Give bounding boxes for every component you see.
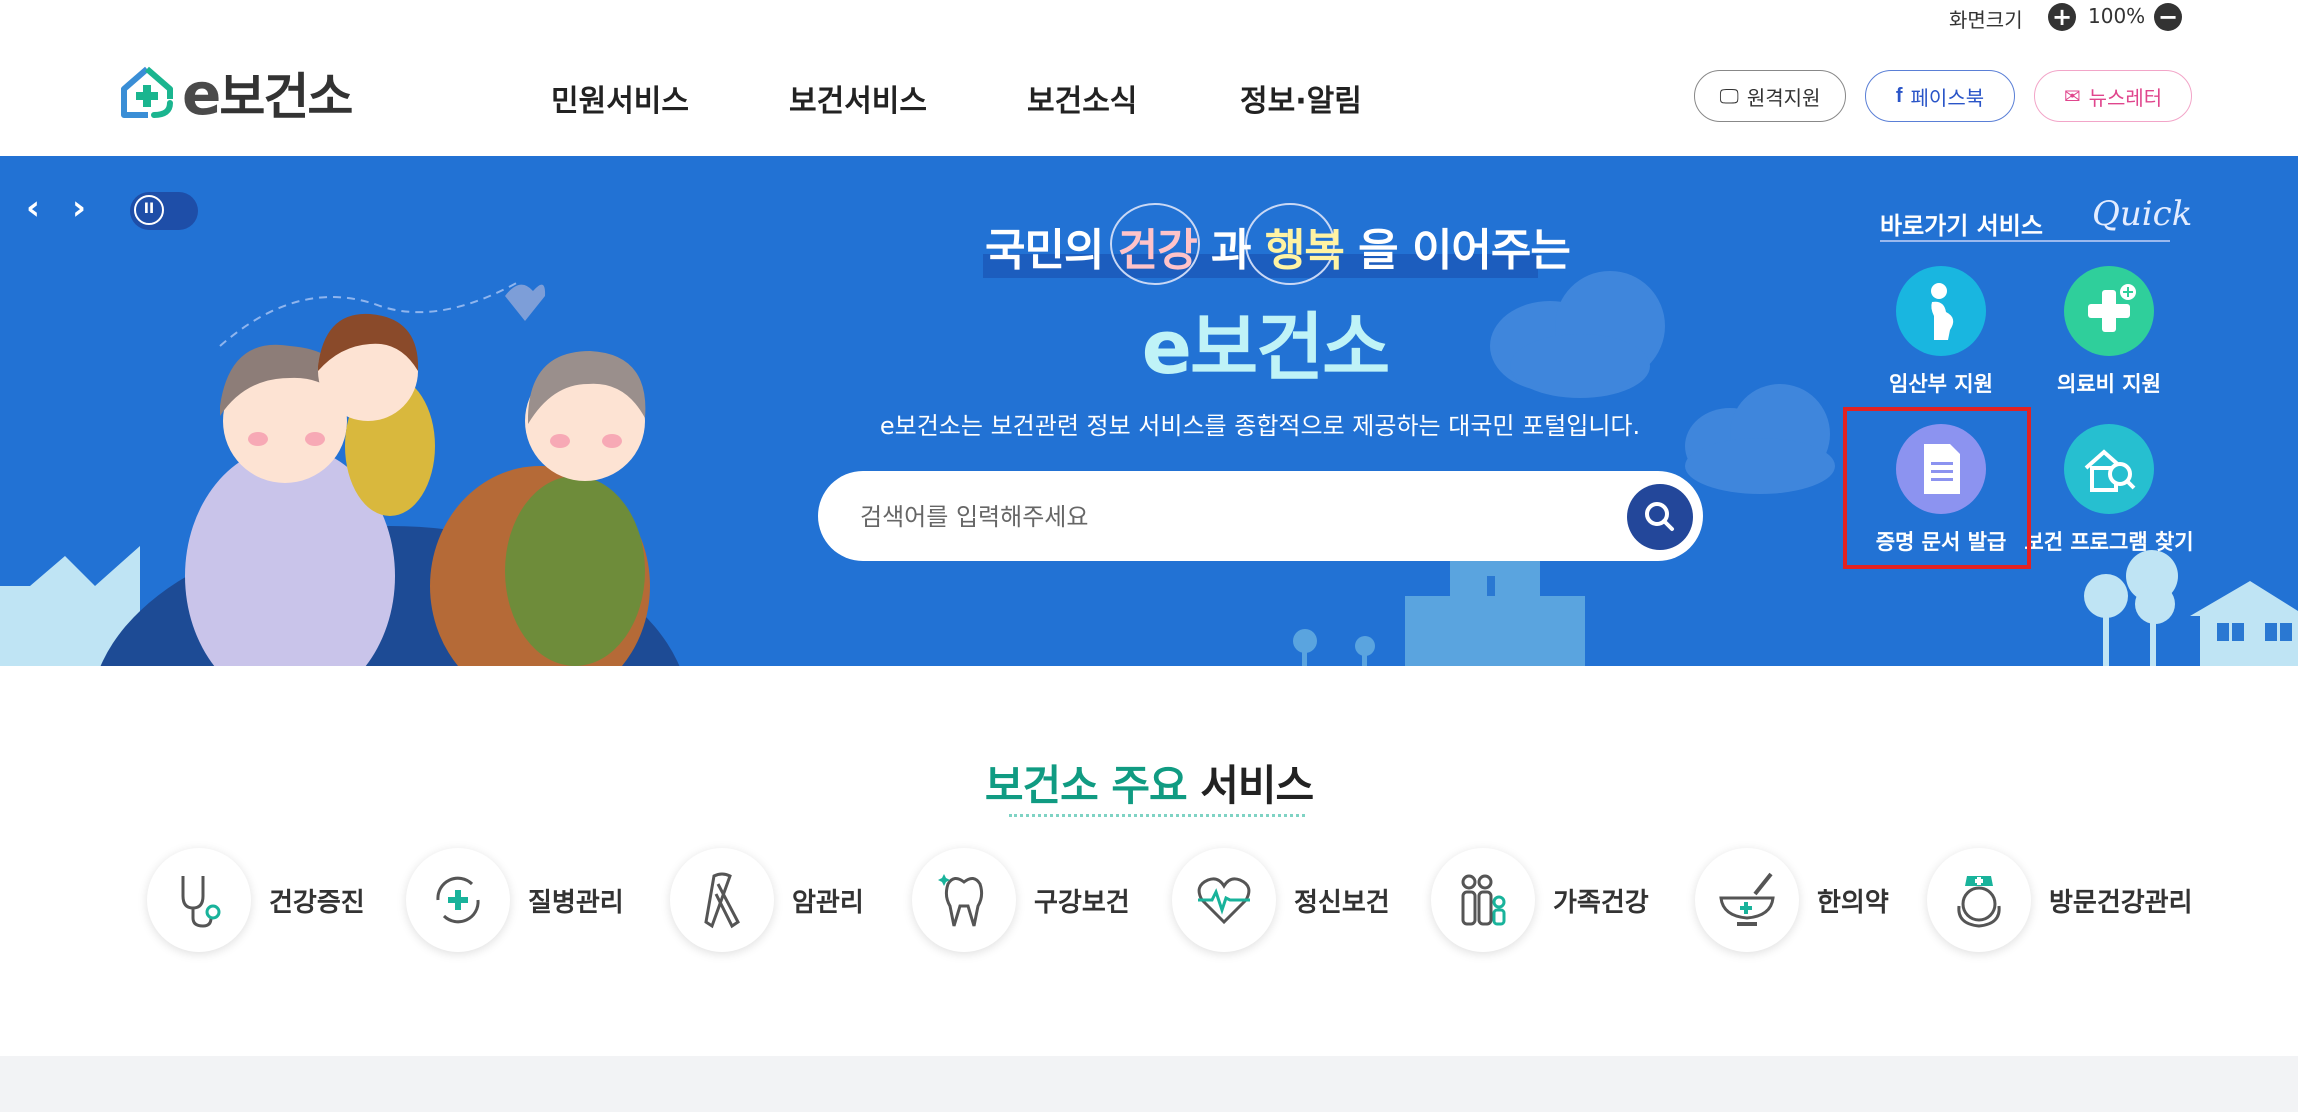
pregnant-woman-icon (1896, 266, 1986, 356)
nav-health-news[interactable]: 보건소식 (1027, 76, 1137, 120)
monitor-icon: 🖵 (1719, 84, 1739, 108)
quick-item-pregnancy[interactable]: 임산부 지원 (1856, 266, 2026, 398)
search-box (818, 471, 1703, 561)
quick-item-medical-cost[interactable]: 의료비 지원 (2024, 266, 2194, 398)
zoom-in-button[interactable]: + (2048, 3, 2076, 31)
service-oriental-medicine[interactable]: 한의약 (1695, 848, 1889, 952)
stethoscope-icon (147, 848, 251, 952)
chevron-left-icon: ‹ (26, 188, 41, 228)
service-oral-health[interactable]: 구강보건 (912, 848, 1130, 952)
footer-band (0, 1056, 2298, 1112)
disease-cycle-icon (406, 848, 510, 952)
logo-text: e보건소 (182, 60, 353, 128)
site-logo[interactable]: e보건소 (120, 60, 353, 128)
nurse-icon (1927, 848, 2031, 952)
service-mental-health[interactable]: 정신보건 (1172, 848, 1390, 952)
prev-slide-button[interactable]: ‹ (26, 188, 40, 228)
hero-tagline: 국민의 건강 과 행복 을 이어주는 (985, 225, 1571, 276)
pause-slide-toggle[interactable]: II (130, 192, 198, 230)
service-cancer-care[interactable]: 암관리 (670, 848, 864, 952)
quick-title: 바로가기 서비스 (1880, 212, 2043, 240)
ribbon-icon (670, 848, 774, 952)
search-icon (1645, 502, 1674, 531)
zoom-out-button[interactable]: − (2154, 3, 2182, 31)
heart-pulse-icon (1172, 848, 1276, 952)
logo-house-icon (121, 66, 173, 118)
next-slide-button[interactable]: › (72, 188, 86, 228)
search-input[interactable] (858, 493, 1602, 541)
zoom-value: 100% (2088, 4, 2146, 28)
newsletter-button[interactable]: ✉ 뉴스레터 (2034, 70, 2192, 122)
service-family-health[interactable]: 가족건강 (1431, 848, 1649, 952)
title-underline (1009, 814, 1305, 817)
facebook-button[interactable]: f 페이스북 (1865, 70, 2015, 122)
quick-item-program-search[interactable]: 보건 프로그램 찾기 (2024, 424, 2194, 556)
quick-divider (1880, 240, 2170, 242)
service-health-promotion[interactable]: 건강증진 (147, 848, 365, 952)
plus-icon: + (2051, 3, 2073, 31)
nav-info-notice[interactable]: 정보·알림 (1240, 76, 1362, 120)
quick-subtitle: Quick (2092, 194, 2193, 234)
utility-bar: 화면크기 + 100% − (0, 0, 2298, 36)
facebook-icon: f (1895, 84, 1903, 107)
mortar-icon (1695, 848, 1799, 952)
header: e보건소 민원서비스 보건서비스 보건소식 정보·알림 🖵 원격지원 f 페이스… (0, 36, 2298, 156)
search-program-icon (2064, 424, 2154, 514)
medical-cross-icon (2064, 266, 2154, 356)
hero-brand: e보건소 (1141, 305, 1390, 391)
service-home-visit-care[interactable]: 방문건강관리 (1927, 848, 2193, 952)
tooth-icon (912, 848, 1016, 952)
zoom-label: 화면크기 (1949, 8, 2023, 32)
search-button[interactable] (1627, 484, 1693, 550)
chevron-right-icon: › (72, 188, 87, 228)
highlight-box (1843, 407, 2031, 569)
family-icon (1431, 848, 1535, 952)
remote-support-button[interactable]: 🖵 원격지원 (1694, 70, 1846, 122)
pause-icon: II (134, 195, 164, 225)
minus-icon: − (2157, 3, 2179, 31)
hero-description: e보건소는 보건관련 정보 서비스를 종합적으로 제공하는 대국민 포털입니다. (879, 412, 1641, 440)
nav-civil-services[interactable]: 민원서비스 (551, 76, 689, 120)
services-title: 보건소 주요 서비스 (0, 752, 2298, 817)
newsletter-icon: ✉ (2063, 84, 2081, 108)
nav-health-services[interactable]: 보건서비스 (789, 76, 927, 120)
service-disease-control[interactable]: 질병관리 (406, 848, 624, 952)
